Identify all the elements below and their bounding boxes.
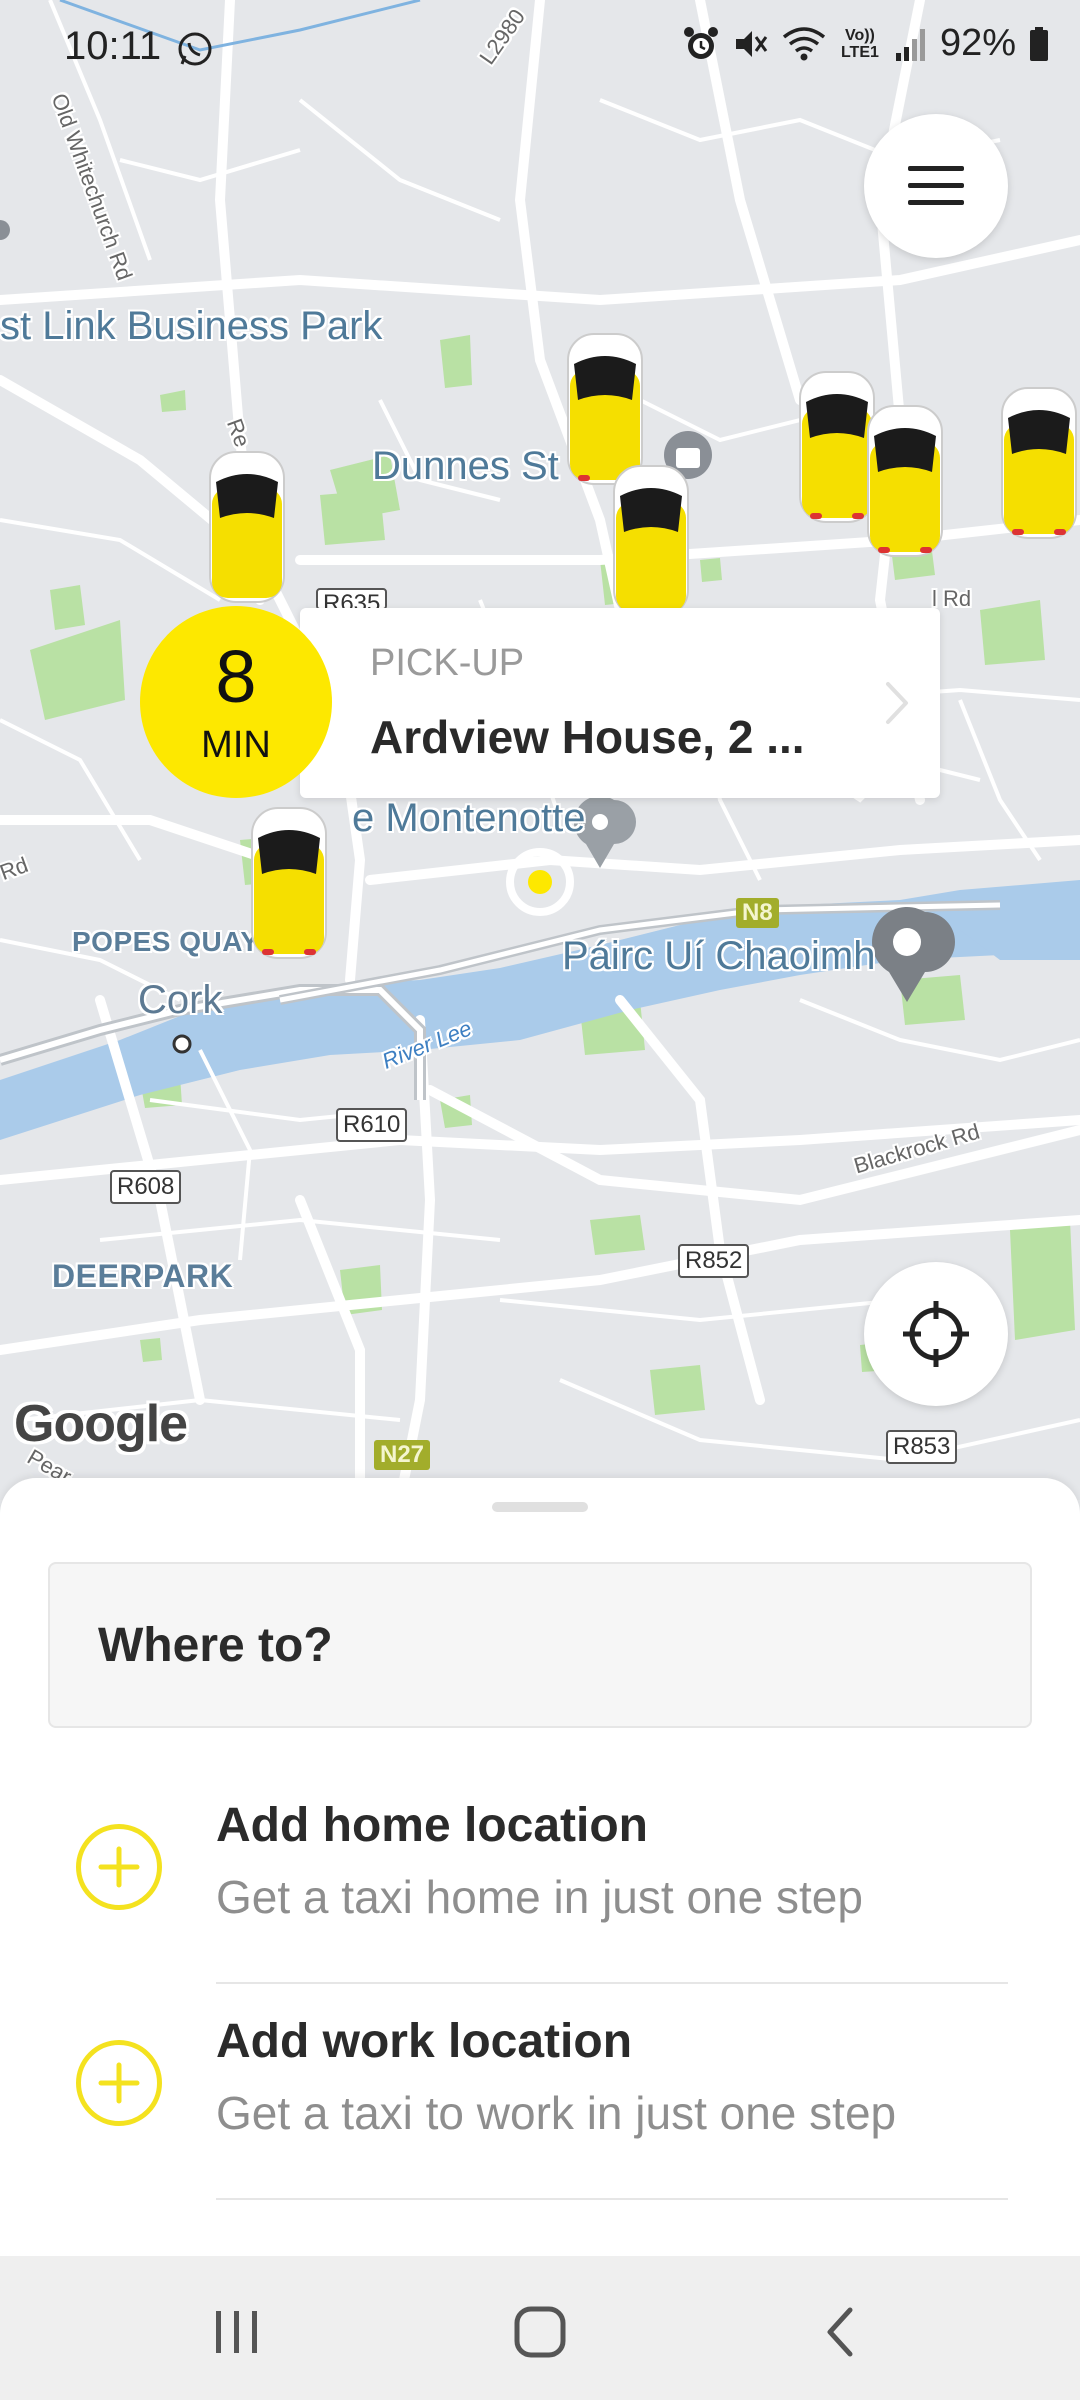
map-label-pairc: Páirc Uí Chaoimh: [562, 934, 876, 978]
bottom-sheet: Where to? Add home location Get a taxi h…: [0, 1478, 1080, 2256]
battery-icon: [1030, 26, 1048, 61]
google-attribution: Google: [14, 1395, 188, 1453]
mute-icon: [735, 30, 768, 57]
map-view[interactable]: st Link Business Park Dunnes St e Monten…: [0, 0, 1080, 1500]
eta-badge: 8 MIN: [140, 606, 332, 798]
road-shield-n8: N8: [736, 898, 779, 928]
chevron-right-icon: [886, 682, 908, 724]
menu-button[interactable]: [864, 114, 1008, 258]
recents-button[interactable]: [196, 2292, 276, 2372]
eta-unit: MIN: [201, 723, 271, 766]
add-home-location-item[interactable]: Add home location Get a taxi home in jus…: [0, 1774, 1080, 1984]
map-label-popes-quay: POPES QUAY: [72, 926, 260, 957]
road-shield-r635: R635: [316, 588, 388, 610]
where-to-placeholder: Where to?: [98, 1619, 333, 1672]
plus-circle-icon: [76, 2040, 162, 2126]
divider: [216, 1982, 1008, 1984]
recents-icon: [216, 2311, 257, 2353]
map-label-deerpark: DEERPARK: [52, 1258, 234, 1294]
taxi-marker-icon: [1001, 387, 1077, 539]
back-button[interactable]: [800, 2292, 880, 2372]
map-label-business-park: st Link Business Park: [0, 304, 383, 348]
add-home-title: Add home location: [216, 1799, 648, 1852]
alarm-icon: [683, 26, 718, 59]
locate-me-button[interactable]: [864, 1262, 1008, 1406]
road-shield-n27: N27: [374, 1440, 431, 1470]
road-shield-r852: R852: [678, 1244, 750, 1278]
back-icon: [827, 2307, 853, 2357]
road-shield-r853: R853: [886, 1430, 958, 1464]
system-nav-bar: [0, 2256, 1080, 2400]
road-shield-r608: R608: [110, 1170, 182, 1204]
where-to-search-field[interactable]: Where to?: [48, 1562, 1032, 1728]
sheet-drag-handle[interactable]: [492, 1502, 588, 1512]
crosshair-icon: [903, 1301, 969, 1367]
map-label-cork: Cork: [138, 978, 223, 1022]
wifi-icon: [782, 26, 826, 60]
add-work-subtitle: Get a taxi to work in just one step: [216, 2087, 897, 2139]
taxi-marker-icon: [251, 807, 327, 959]
map-label-montenotte: e Montenotte: [352, 796, 586, 840]
battery-percent: 92%: [939, 22, 1016, 64]
hamburger-menu-icon: [908, 166, 964, 205]
pickup-label: PICK-UP: [370, 642, 525, 684]
taxi-marker-icon: [867, 405, 943, 557]
add-work-title: Add work location: [216, 2015, 633, 2068]
network-type-label: Vo)) LTE1: [840, 26, 879, 61]
road-shield-r610: R610: [336, 1108, 408, 1142]
plus-circle-icon: [76, 1824, 162, 1910]
taxi-marker-icon: [613, 465, 689, 617]
pickup-card[interactable]: PICK-UP Ardview House, 2 ...: [300, 608, 940, 798]
eta-value: 8: [215, 634, 257, 718]
home-icon: [514, 2306, 566, 2358]
status-time: 10:11: [64, 24, 162, 68]
add-work-location-item[interactable]: Add work location Get a taxi to work in …: [0, 1990, 1080, 2200]
divider: [216, 2198, 1008, 2200]
add-home-subtitle: Get a taxi home in just one step: [216, 1871, 863, 1923]
map-label-rd-fragment: l Rd: [932, 586, 972, 611]
home-button[interactable]: [500, 2292, 580, 2372]
pickup-address: Ardview House, 2 ...: [370, 711, 805, 763]
signal-icon: [895, 28, 925, 61]
taxi-marker-icon: [209, 451, 285, 603]
status-bar: 10:11 Vo)) LTE1 92%: [0, 0, 1080, 96]
whatsapp-icon: [178, 32, 212, 66]
map-label-dunnes: Dunnes St: [372, 444, 559, 488]
